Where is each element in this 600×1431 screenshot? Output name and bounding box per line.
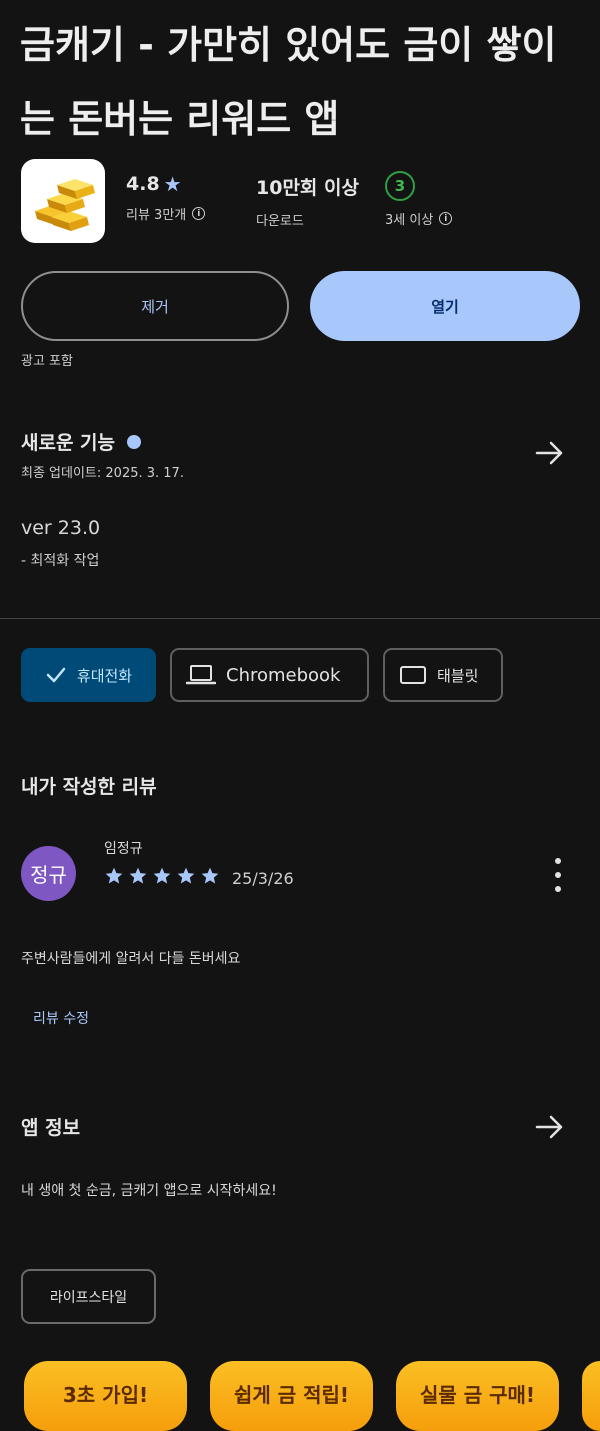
- app-description: 내 생애 첫 순금, 금캐기 앱으로 시작하세요!: [21, 1183, 277, 1199]
- review-text: 주변사람들에게 알려서 다들 돈버세요: [21, 951, 241, 967]
- device-chip-label: 태블릿: [437, 666, 479, 685]
- ads-notice: 광고 포함: [21, 354, 73, 369]
- version-text: ver 23.0: [21, 517, 101, 539]
- downloads-stat: 10만회 이상 다운로드: [256, 173, 359, 229]
- age-rating-badge: 3: [385, 171, 415, 201]
- whats-new-title: 새로운 기능: [21, 432, 116, 454]
- more-options-icon[interactable]: [552, 858, 564, 892]
- section-divider: [0, 618, 600, 619]
- new-dot-icon: [127, 434, 142, 449]
- app-icon: [21, 159, 105, 243]
- star-icon: [177, 867, 195, 884]
- promo-card[interactable]: 실물 금 구매!: [396, 1361, 559, 1431]
- uninstall-button[interactable]: 제거: [21, 271, 289, 341]
- review-author: 임정규: [104, 841, 143, 857]
- rating-stat: 4.8 ★ 리뷰 3만개 i: [126, 172, 206, 223]
- laptop-icon: [186, 665, 216, 685]
- star-icon: [153, 867, 171, 884]
- category-chip[interactable]: 라이프스타일: [21, 1269, 156, 1324]
- gold-bars-icon: [35, 179, 95, 231]
- tablet-icon: [400, 666, 426, 684]
- arrow-right-icon[interactable]: [534, 1111, 566, 1143]
- device-chip-tablet[interactable]: 태블릿: [383, 648, 503, 702]
- age-rating-label: 3세 이상: [385, 213, 434, 228]
- whats-new-header[interactable]: 새로운 기능: [21, 428, 142, 455]
- info-icon[interactable]: i: [439, 212, 453, 225]
- downloads-value: 10만회 이상: [256, 177, 359, 199]
- app-info-title[interactable]: 앱 정보: [21, 1113, 80, 1140]
- app-title: 금캐기 - 가만히 있어도 금이 쌓이는 돈버는 리워드 앱: [20, 23, 557, 141]
- avatar: 정규: [21, 846, 76, 901]
- update-note: - 최적화 작업: [21, 553, 100, 569]
- device-chip-phone[interactable]: 휴대전화: [21, 648, 156, 702]
- info-icon[interactable]: i: [192, 207, 206, 220]
- star-icon: [105, 867, 123, 884]
- star-icon: ★: [163, 172, 182, 196]
- edit-review-link[interactable]: 리뷰 수정: [33, 1008, 89, 1028]
- check-icon: [46, 667, 66, 683]
- open-button[interactable]: 열기: [310, 271, 580, 341]
- device-chip-label: Chromebook: [226, 664, 341, 686]
- promo-card[interactable]: 쉽게 금 적립!: [210, 1361, 373, 1431]
- promo-card[interactable]: [582, 1361, 600, 1431]
- review-stars: [104, 866, 220, 886]
- my-review-title: 내가 작성한 리뷰: [21, 776, 157, 798]
- downloads-label: 다운로드: [256, 214, 304, 229]
- arrow-right-icon[interactable]: [534, 437, 566, 469]
- device-chip-chromebook[interactable]: Chromebook: [170, 648, 369, 702]
- star-icon: [129, 867, 147, 884]
- review-date: 25/3/26: [232, 869, 294, 888]
- star-icon: [201, 867, 219, 884]
- age-rating-stat: 3 3세 이상 i: [385, 171, 453, 228]
- rating-value: 4.8: [126, 173, 160, 195]
- last-updated: 최종 업데이트: 2025. 3. 17.: [21, 466, 184, 481]
- review-count: 리뷰 3만개: [126, 208, 187, 223]
- device-chip-label: 휴대전화: [76, 666, 133, 685]
- promo-card[interactable]: 3초 가입!: [24, 1361, 187, 1431]
